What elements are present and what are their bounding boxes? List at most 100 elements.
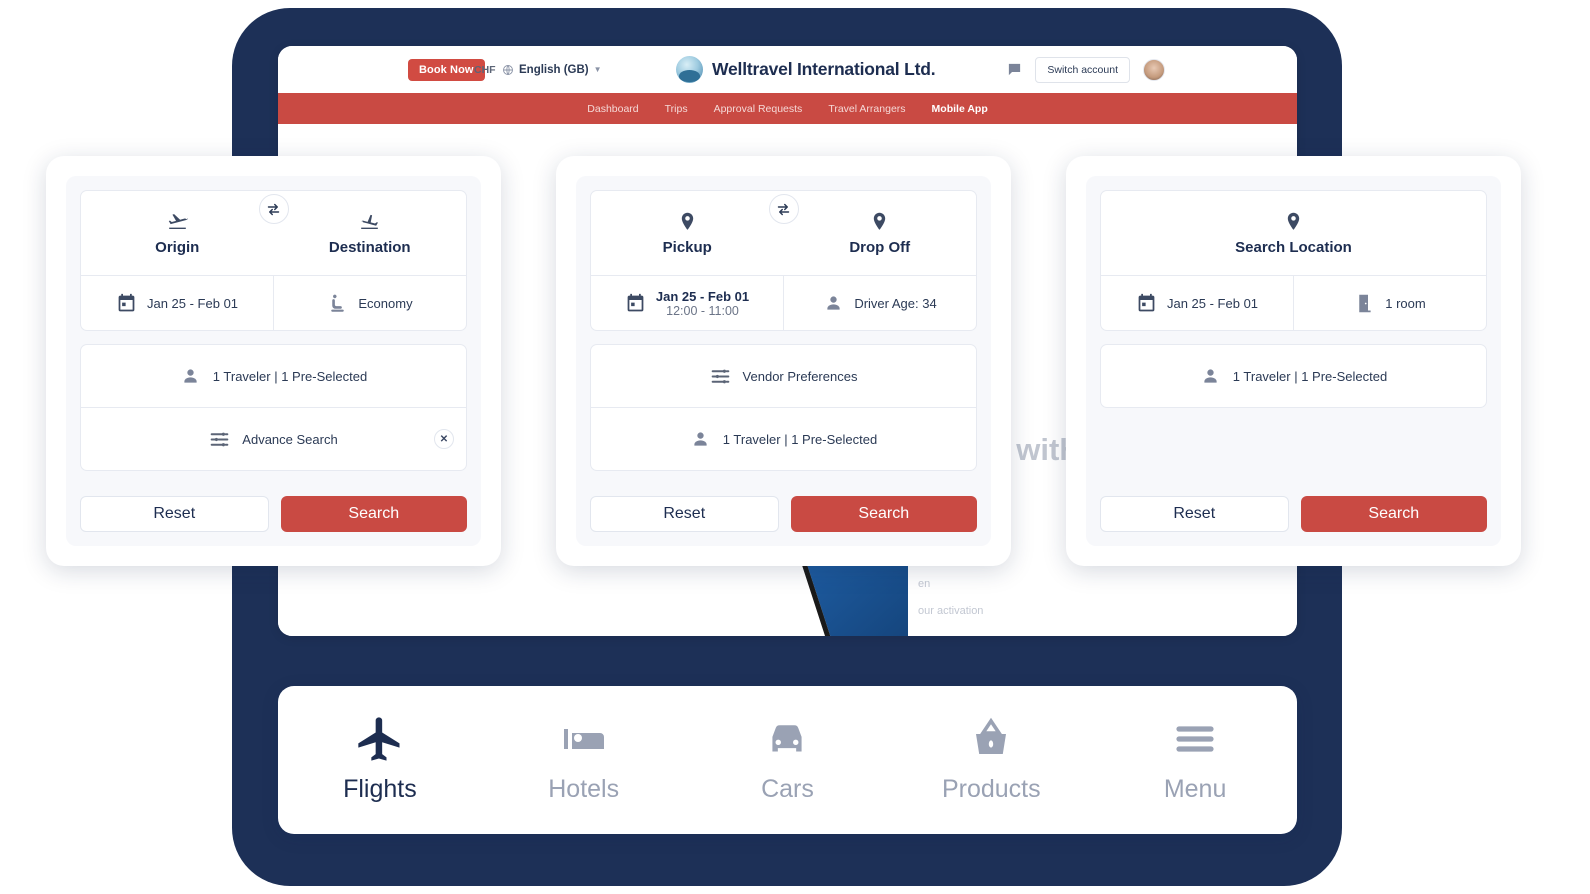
person-icon bbox=[184, 368, 197, 383]
language-selector[interactable]: English (GB) ▼ bbox=[502, 64, 602, 76]
vendor-preferences-field[interactable]: Vendor Preferences bbox=[591, 345, 976, 407]
airplane-icon bbox=[354, 716, 406, 761]
person-icon bbox=[827, 295, 840, 310]
destination-label: Destination bbox=[328, 238, 411, 256]
tab-products-label: Products bbox=[941, 774, 1041, 803]
hotel-reset-button[interactable]: Reset bbox=[1100, 496, 1289, 532]
hotel-travelers-field[interactable]: 1 Traveler | 1 Pre-Selected bbox=[1101, 345, 1486, 407]
swap-origin-destination-button[interactable] bbox=[258, 194, 289, 224]
destination-field[interactable]: Destination bbox=[274, 191, 467, 275]
globe-logo-icon bbox=[676, 56, 703, 83]
tab-cars[interactable]: Cars bbox=[686, 717, 890, 804]
flight-search-card: Origin Destination Jan 25 - Feb 01 Econo… bbox=[46, 156, 501, 566]
avatar[interactable] bbox=[1143, 58, 1165, 81]
car-dates-field[interactable]: Jan 25 - Feb 01 12:00 - 11:00 bbox=[591, 276, 783, 330]
calendar-icon bbox=[627, 293, 644, 311]
advance-search-value: Advance Search bbox=[242, 431, 338, 447]
origin-field[interactable]: Origin bbox=[81, 191, 274, 275]
vendor-preferences-value: Vendor Preferences bbox=[742, 368, 858, 384]
nav-item-dashboard[interactable]: Dashboard bbox=[587, 103, 638, 115]
pickup-label: Pickup bbox=[662, 238, 712, 256]
close-icon[interactable]: ✕ bbox=[434, 429, 454, 449]
flight-dates-value: Jan 25 - Feb 01 bbox=[146, 295, 239, 311]
car-route-group: Pickup Drop Off Jan 25 - Feb 01 12:00 - … bbox=[590, 190, 977, 331]
hotel-dates-field[interactable]: Jan 25 - Feb 01 bbox=[1101, 276, 1293, 330]
car-dates-value: Jan 25 - Feb 01 bbox=[655, 288, 750, 304]
top-header-bar: Book Now CHF English (GB) ▼ Welltravel I… bbox=[278, 46, 1297, 93]
switch-account-button[interactable]: Switch account bbox=[1035, 56, 1130, 83]
car-reset-button[interactable]: Reset bbox=[590, 496, 779, 532]
flight-card-actions: Reset Search bbox=[80, 496, 467, 532]
bed-icon bbox=[560, 717, 608, 761]
location-pin-icon bbox=[1287, 212, 1300, 230]
promo-line-2: en bbox=[918, 577, 931, 590]
chat-icon[interactable] bbox=[1007, 62, 1022, 77]
car-travelers-value: 1 Traveler | 1 Pre-Selected bbox=[722, 431, 878, 447]
swap-pickup-dropoff-button[interactable] bbox=[768, 194, 799, 224]
flight-reset-button[interactable]: Reset bbox=[80, 496, 269, 532]
swap-horizontal-icon bbox=[267, 203, 280, 215]
tab-flights-label: Flights bbox=[343, 774, 417, 803]
hotel-location-field[interactable]: Search Location bbox=[1101, 191, 1486, 275]
tab-hotels[interactable]: Hotels bbox=[482, 717, 686, 804]
driver-age-value: Driver Age: 34 bbox=[854, 295, 937, 311]
flight-options-group: 1 Traveler | 1 Pre-Selected Advance Sear… bbox=[80, 344, 467, 471]
car-card-actions: Reset Search bbox=[590, 496, 977, 532]
flight-takeoff-icon bbox=[168, 213, 188, 229]
advance-search-field[interactable]: Advance Search ✕ bbox=[81, 408, 466, 470]
flight-travelers-field[interactable]: 1 Traveler | 1 Pre-Selected bbox=[81, 345, 466, 407]
dropoff-field[interactable]: Drop Off bbox=[784, 191, 977, 275]
car-icon bbox=[762, 717, 812, 761]
bottom-tab-bar: Flights Hotels Cars Products Menu bbox=[278, 686, 1297, 834]
hotel-card-actions: Reset Search bbox=[1100, 496, 1487, 532]
tune-icon bbox=[711, 369, 729, 383]
car-search-card: Pickup Drop Off Jan 25 - Feb 01 12:00 - … bbox=[556, 156, 1011, 566]
brand: Welltravel International Ltd. bbox=[676, 56, 936, 83]
globe-icon bbox=[503, 64, 513, 75]
location-pin-icon bbox=[874, 212, 886, 230]
main-navigation: Dashboard Trips Approval Requests Travel… bbox=[278, 93, 1297, 124]
person-icon bbox=[694, 431, 707, 446]
tab-menu[interactable]: Menu bbox=[1093, 717, 1297, 804]
flight-search-button[interactable]: Search bbox=[280, 496, 467, 532]
flight-dates-field[interactable]: Jan 25 - Feb 01 bbox=[81, 276, 273, 330]
tab-products[interactable]: Products bbox=[889, 717, 1093, 804]
chevron-down-icon: ▼ bbox=[593, 65, 602, 74]
car-search-button[interactable]: Search bbox=[790, 496, 977, 532]
hotel-location-group: Search Location Jan 25 - Feb 01 1 room bbox=[1100, 190, 1487, 331]
hamburger-menu-icon bbox=[1171, 717, 1219, 761]
car-travelers-field[interactable]: 1 Traveler | 1 Pre-Selected bbox=[591, 408, 976, 470]
nav-item-mobile-app[interactable]: Mobile App bbox=[932, 103, 988, 115]
cabin-class-field[interactable]: Economy bbox=[273, 276, 466, 330]
nav-item-travel-arrangers[interactable]: Travel Arrangers bbox=[828, 103, 905, 115]
hotel-search-card: Search Location Jan 25 - Feb 01 1 room 1… bbox=[1066, 156, 1521, 566]
car-options-group: Vendor Preferences 1 Traveler | 1 Pre-Se… bbox=[590, 344, 977, 471]
driver-age-field[interactable]: Driver Age: 34 bbox=[783, 276, 976, 330]
brand-name: Welltravel International Ltd. bbox=[712, 59, 936, 79]
pickup-field[interactable]: Pickup bbox=[591, 191, 784, 275]
promo-line-3: our activation bbox=[918, 604, 984, 617]
origin-label: Origin bbox=[155, 238, 200, 256]
nav-item-trips[interactable]: Trips bbox=[665, 103, 688, 115]
airline-seat-icon bbox=[331, 294, 345, 312]
tab-menu-label: Menu bbox=[1163, 774, 1227, 803]
nav-item-approval-requests[interactable]: Approval Requests bbox=[714, 103, 803, 115]
flight-travelers-value: 1 Traveler | 1 Pre-Selected bbox=[212, 368, 368, 384]
car-times-value: 12:00 - 11:00 bbox=[666, 303, 739, 318]
hotel-search-button[interactable]: Search bbox=[1300, 496, 1487, 532]
calendar-icon bbox=[1138, 293, 1155, 311]
person-icon bbox=[1204, 368, 1217, 383]
currency-label[interactable]: CHF bbox=[474, 64, 496, 76]
hotel-location-label: Search Location bbox=[1235, 238, 1352, 256]
tab-cars-label: Cars bbox=[761, 774, 814, 803]
hotel-travelers-value: 1 Traveler | 1 Pre-Selected bbox=[1232, 368, 1388, 384]
flight-land-icon bbox=[361, 214, 379, 229]
language-label: English (GB) bbox=[519, 63, 589, 76]
hotel-options-group: 1 Traveler | 1 Pre-Selected bbox=[1100, 344, 1487, 408]
tab-flights[interactable]: Flights bbox=[278, 716, 482, 804]
hotel-rooms-value: 1 room bbox=[1385, 295, 1426, 311]
tune-icon bbox=[210, 432, 229, 446]
hotel-rooms-field[interactable]: 1 room bbox=[1293, 276, 1486, 330]
header-right-actions: Switch account bbox=[1007, 56, 1165, 83]
hotel-dates-value: Jan 25 - Feb 01 bbox=[1166, 295, 1259, 311]
